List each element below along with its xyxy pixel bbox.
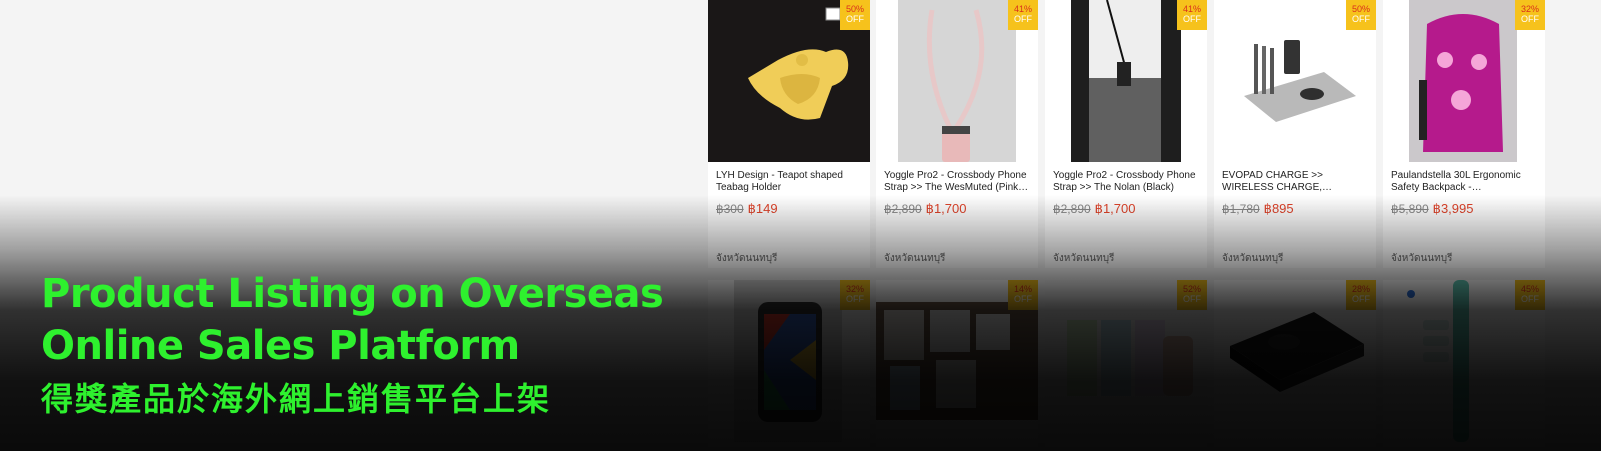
- product-title[interactable]: Paulandstella 30L Ergonomic Safety Backp…: [1391, 170, 1539, 194]
- product-card-3[interactable]: 41% OFF Yoggle Pro2 - Crossbody Phone Str…: [1045, 0, 1207, 268]
- sale-price: ฿3,995: [1432, 201, 1474, 216]
- product-card-7[interactable]: 14% OFF: [876, 280, 1038, 451]
- product-card-9[interactable]: 28% OFF: [1214, 280, 1376, 451]
- sale-price: ฿1,700: [1094, 201, 1136, 216]
- product-card-4[interactable]: 50% OFF EVOPAD CHARGE >> WIRELESS CHARGE,…: [1214, 0, 1376, 268]
- seller-location: จังหวัดนนทบุรี: [716, 253, 778, 264]
- sale-price: ฿149: [747, 201, 778, 216]
- price-row: ฿2,890 ฿1,700: [1053, 201, 1135, 217]
- product-card-2[interactable]: 41% OFF Yoggle Pro2 - Crossbody Phone Str…: [876, 0, 1038, 268]
- discount-badge: 14% OFF: [1008, 280, 1038, 310]
- sale-price: ฿1,700: [925, 201, 967, 216]
- product-card-10[interactable]: 45% OFF: [1383, 280, 1545, 451]
- discount-badge: 50% OFF: [840, 0, 870, 30]
- product-card-1[interactable]: 50% OFF LYH Design - Teapot shaped Teabag…: [708, 0, 870, 268]
- original-price: ฿2,890: [884, 202, 922, 216]
- product-card-5[interactable]: 32% OFF Paulandstella 30L Ergonomic Safet…: [1383, 0, 1545, 268]
- original-price: ฿5,890: [1391, 202, 1429, 216]
- discount-badge: 28% OFF: [1346, 280, 1376, 310]
- seller-location: จังหวัดนนทบุรี: [884, 253, 946, 264]
- seller-location: จังหวัดนนทบุรี: [1391, 253, 1453, 264]
- price-row: ฿2,890 ฿1,700: [884, 201, 966, 217]
- product-title[interactable]: LYH Design - Teapot shaped Teabag Holder: [716, 170, 864, 194]
- discount-badge: 41% OFF: [1177, 0, 1207, 30]
- product-title[interactable]: EVOPAD CHARGE >> WIRELESS CHARGE,…: [1222, 170, 1370, 194]
- product-title[interactable]: Yoggle Pro2 - Crossbody Phone Strap >> T…: [1053, 170, 1201, 194]
- discount-badge: 32% OFF: [1515, 0, 1545, 30]
- discount-badge: 45% OFF: [1515, 280, 1545, 310]
- headline-line-2: Online Sales Platform: [41, 323, 520, 369]
- product-card-8[interactable]: 52% OFF: [1045, 280, 1207, 451]
- product-grid: 50% OFF LYH Design - Teapot shaped Teabag…: [708, 0, 1601, 451]
- original-price: ฿300: [716, 202, 744, 216]
- banner-headline: Product Listing on Overseas Online Sales…: [41, 268, 691, 372]
- discount-badge: 50% OFF: [1346, 0, 1376, 30]
- seller-location: จังหวัดนนทบุรี: [1222, 253, 1284, 264]
- product-title[interactable]: Yoggle Pro2 - Crossbody Phone Strap >> T…: [884, 170, 1032, 194]
- product-card-6[interactable]: 32% OFF: [708, 280, 870, 451]
- discount-badge: 41% OFF: [1008, 0, 1038, 30]
- price-row: ฿1,780 ฿895: [1222, 201, 1294, 217]
- original-price: ฿1,780: [1222, 202, 1260, 216]
- price-row: ฿300 ฿149: [716, 201, 778, 217]
- headline-line-1: Product Listing on Overseas: [41, 271, 664, 317]
- banner-subheadline: 得獎產品於海外網上銷售平台上架: [41, 380, 552, 418]
- discount-badge: 32% OFF: [840, 280, 870, 310]
- original-price: ฿2,890: [1053, 202, 1091, 216]
- sale-price: ฿895: [1263, 201, 1294, 216]
- price-row: ฿5,890 ฿3,995: [1391, 201, 1473, 217]
- seller-location: จังหวัดนนทบุรี: [1053, 253, 1115, 264]
- discount-badge: 52% OFF: [1177, 280, 1207, 310]
